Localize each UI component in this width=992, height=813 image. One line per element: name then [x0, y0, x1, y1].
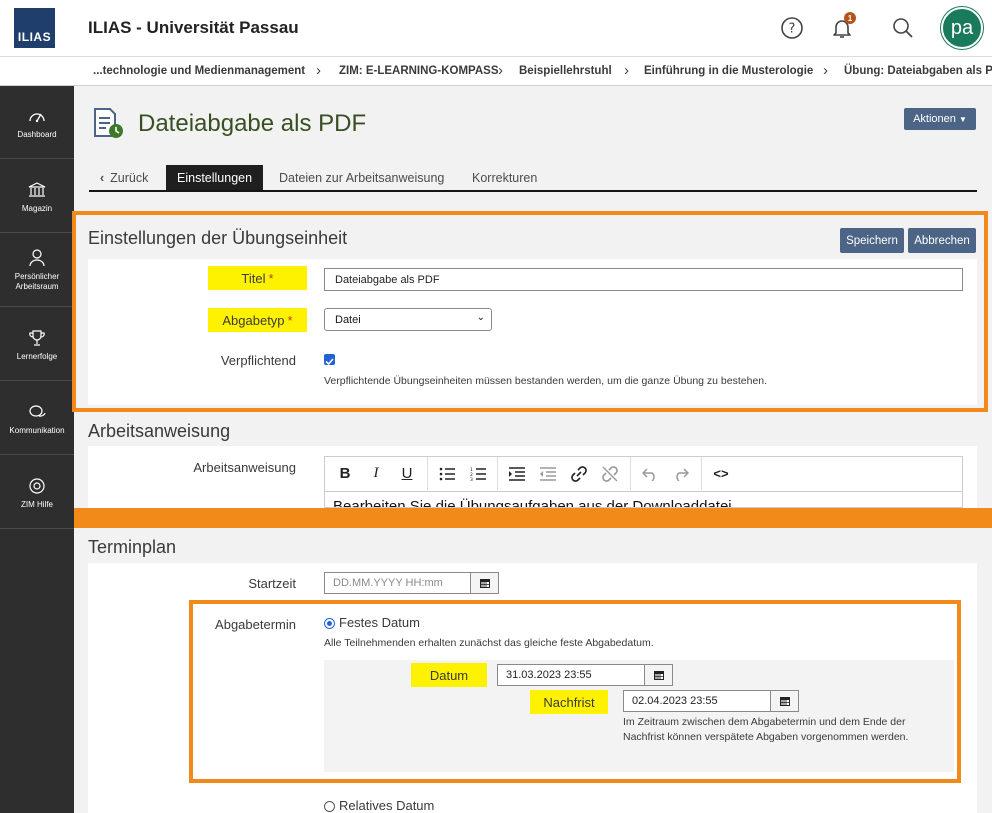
link-icon[interactable]: [567, 457, 591, 490]
actions-label: Aktionen: [913, 113, 956, 125]
trophy-icon: [29, 330, 45, 346]
source-code-icon[interactable]: <>: [709, 457, 733, 490]
sidebar-item-label: ZIM Hilfe: [21, 500, 53, 509]
italic-icon[interactable]: I: [364, 457, 388, 490]
chevron-left-icon: ‹: [100, 170, 105, 185]
rich-text-editor[interactable]: B I U 123 <> Bearbeiten Sie die Übungsau…: [324, 456, 963, 508]
svg-text:?: ?: [789, 22, 796, 37]
sidebar-item-zim-hilfe[interactable]: ZIM Hilfe: [0, 456, 74, 529]
indent-icon[interactable]: [505, 457, 529, 490]
tab-einstellungen[interactable]: Einstellungen: [166, 165, 264, 190]
sidebar-item-lernerfolge[interactable]: Lernerfolge: [0, 308, 74, 381]
sidebar-item-label: Magazin: [21, 204, 53, 213]
sidebar-item-label: Lernerfolge: [16, 352, 58, 361]
chevron-right-icon: ›: [498, 62, 503, 79]
tab-label: Korrekturen: [472, 170, 538, 185]
sidebar: Dashboard Magazin Persönlicher Arbeitsra…: [0, 86, 74, 813]
sidebar-item-label: Persönlicher Arbeitsraum: [14, 272, 60, 291]
highlight-box-deadline: [189, 600, 961, 783]
chevron-right-icon: ›: [316, 62, 321, 79]
sidebar-item-workspace[interactable]: Persönlicher Arbeitsraum: [0, 234, 74, 307]
notification-badge: 1: [844, 12, 856, 24]
app-title: ILIAS - Universität Passau: [88, 18, 299, 37]
numbered-list-icon[interactable]: 123: [466, 457, 490, 490]
bell-icon[interactable]: 1: [828, 12, 856, 42]
page-title: Dateiabgabe als PDF: [138, 110, 367, 137]
breadcrumb-item[interactable]: Einführung in die Musterologie: [644, 65, 813, 77]
sidebar-item-label: Kommunikation: [9, 426, 65, 435]
section-heading: Arbeitsanweisung: [88, 421, 231, 441]
tab-back[interactable]: ‹ Zurück: [89, 165, 159, 190]
sidebar-item-dashboard[interactable]: Dashboard: [0, 86, 74, 159]
underline-icon[interactable]: U: [395, 457, 419, 490]
tab-label: Zurück: [110, 170, 149, 185]
tab-label: Dateien zur Arbeitsanweisung: [279, 170, 445, 185]
chevron-right-icon: ›: [823, 62, 828, 79]
breadcrumb-item[interactable]: Übung: Dateiabgaben als PDF: [844, 65, 992, 77]
breadcrumb-item[interactable]: Beispiellehrstuhl: [519, 65, 612, 77]
undo-icon[interactable]: [638, 457, 662, 490]
breadcrumb: ...technologie und Medienmanagement › ZI…: [0, 57, 992, 86]
lifebuoy-icon: [29, 478, 45, 494]
redo-icon[interactable]: [669, 457, 693, 490]
bullet-list-icon[interactable]: [435, 457, 459, 490]
editor-content[interactable]: Bearbeiten Sie die Übungsaufgaben aus de…: [333, 498, 732, 507]
exercise-icon: [92, 107, 126, 146]
sidebar-item-kommunikation[interactable]: Kommunikation: [0, 382, 74, 455]
divider-bar: [74, 508, 992, 528]
start-time-label: Startzeit: [248, 576, 296, 591]
tab-korrekturen[interactable]: Korrekturen: [461, 165, 548, 190]
search-icon[interactable]: [889, 14, 917, 42]
ilias-logo[interactable]: ILIAS: [14, 8, 55, 48]
avatar[interactable]: pa: [941, 7, 983, 49]
tab-label: Einstellungen: [177, 170, 253, 185]
actions-dropdown-button[interactable]: Aktionen ▼: [904, 108, 976, 130]
person-icon: [29, 249, 45, 267]
help-icon[interactable]: ?: [778, 14, 806, 42]
top-header: ILIAS ILIAS - Universität Passau ? 1 pa: [0, 0, 992, 57]
bank-icon: [28, 182, 46, 197]
calendar-icon[interactable]: [470, 572, 499, 594]
chat-icon: [29, 405, 46, 417]
start-time-input[interactable]: DD.MM.YYYY HH:mm: [324, 572, 471, 594]
tab-dateien[interactable]: Dateien zur Arbeitsanweisung: [268, 165, 455, 190]
instruction-label: Arbeitsanweisung: [193, 460, 296, 475]
breadcrumb-item[interactable]: ...technologie und Medienmanagement: [93, 65, 305, 77]
outdent-icon[interactable]: [536, 457, 560, 490]
chevron-right-icon: ›: [624, 62, 629, 79]
unlink-icon[interactable]: [598, 457, 622, 490]
breadcrumb-item[interactable]: ZIM: E-LEARNING-KOMPASS: [339, 65, 499, 77]
sidebar-item-magazin[interactable]: Magazin: [0, 160, 74, 233]
dashboard-icon: [29, 113, 45, 123]
caret-down-icon: ▼: [958, 114, 967, 124]
relative-date-label: Relatives Datum: [339, 798, 435, 813]
sidebar-item-label: Dashboard: [17, 130, 57, 139]
tab-bar: ‹ Zurück Einstellungen Dateien zur Arbeit…: [89, 165, 977, 192]
relative-date-radio[interactable]: [324, 801, 335, 812]
section-heading: Terminplan: [88, 537, 177, 557]
highlight-box-settings: [72, 211, 988, 412]
bold-icon[interactable]: B: [333, 457, 357, 490]
svg-text:3: 3: [470, 477, 473, 481]
